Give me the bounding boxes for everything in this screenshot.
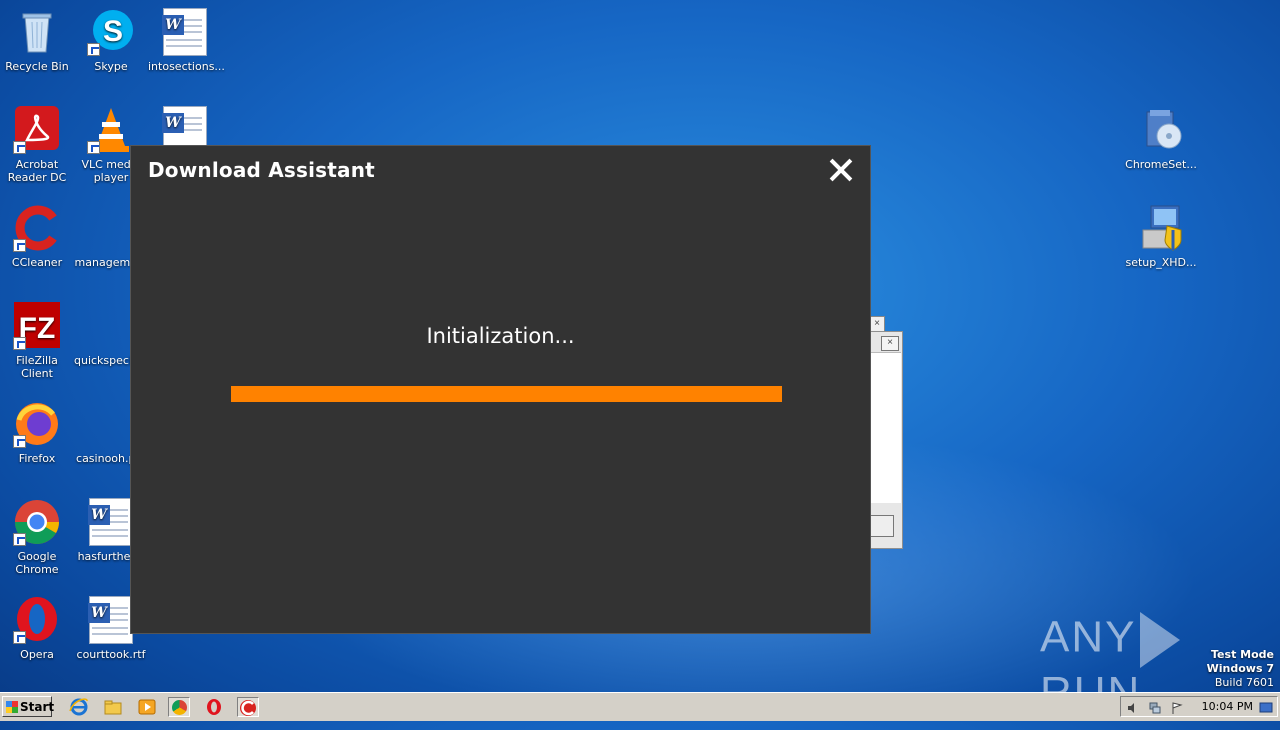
ccleaner-icon — [13, 204, 61, 252]
taskbar: Start 10:04 PM — [0, 692, 1280, 721]
desktop-icon-skype[interactable]: S Skype — [74, 8, 148, 73]
chrome-icon — [13, 498, 61, 546]
filezilla-icon: FZ — [13, 302, 61, 350]
desktop-icon-recycle-bin[interactable]: Recycle Bin — [0, 8, 74, 73]
taskbar-media-player-icon[interactable] — [136, 697, 158, 717]
desktop-icon-label: Firefox — [18, 452, 56, 465]
word-document-icon: W — [161, 8, 209, 56]
shortcut-arrow-icon — [87, 141, 100, 154]
desktop-icon-acrobat[interactable]: Acrobat Reader DC — [0, 106, 74, 184]
desktop-icon-label: Google Chrome — [15, 550, 59, 576]
desktop-icon-opera[interactable]: Opera — [0, 596, 74, 661]
desktop-icon-label: courttook.rtf — [76, 648, 146, 661]
document-icon — [87, 302, 135, 350]
desktop-icon-label: FileZilla Client — [16, 354, 58, 380]
desktop-icon-filezilla[interactable]: FZ FileZilla Client — [0, 302, 74, 380]
shortcut-arrow-icon — [13, 141, 26, 154]
watermark-text-left: ANY — [1040, 612, 1137, 662]
desktop-icon-intosections[interactable]: W intosections... — [148, 8, 225, 73]
desktop-icon-ccleaner[interactable]: CCleaner — [0, 204, 74, 269]
skype-icon: S — [87, 8, 135, 56]
recycle-bin-icon — [13, 8, 61, 56]
shortcut-arrow-icon — [13, 337, 26, 350]
setup-installer-icon — [1137, 204, 1185, 252]
desktop-icon-label: Opera — [20, 648, 54, 661]
close-icon[interactable]: × — [881, 336, 899, 351]
desktop-icon-label: Skype — [94, 60, 128, 73]
test-mode-notice: Test Mode Windows 7 Build 7601 — [1207, 648, 1274, 690]
desktop-icon-label: Acrobat Reader DC — [7, 158, 67, 184]
test-mode-line1: Test Mode — [1211, 648, 1274, 661]
system-tray: 10:04 PM — [1120, 696, 1278, 717]
installer-icon — [1137, 106, 1185, 154]
desktop-icon-label: Recycle Bin — [5, 60, 69, 73]
shortcut-arrow-icon — [87, 43, 100, 56]
start-label: Start — [20, 700, 55, 714]
desktop-icon-chrome[interactable]: Google Chrome — [0, 498, 74, 576]
desktop-icon-label: intosections... — [148, 60, 225, 73]
desktop-icon-label: ChromeSet... — [1125, 158, 1197, 171]
play-icon — [1140, 612, 1181, 668]
word-document-icon: W — [87, 498, 135, 546]
firefox-icon — [13, 400, 61, 448]
svg-text:S: S — [103, 15, 123, 48]
download-assistant-dialog: Download Assistant Initialization... — [130, 145, 871, 634]
desktop-icon-firefox[interactable]: Firefox — [0, 400, 74, 465]
progress-bar-fill — [231, 386, 782, 402]
taskbar-explorer-icon[interactable] — [102, 697, 124, 717]
network-icon[interactable] — [1149, 701, 1161, 714]
acrobat-icon — [13, 106, 61, 154]
shortcut-arrow-icon — [13, 631, 26, 644]
dialog-status-text: Initialization... — [426, 324, 575, 348]
taskbar-opera-icon[interactable] — [203, 697, 225, 717]
taskbar-ie-icon[interactable] — [68, 697, 90, 717]
desktop-icon-label: setup_XHD... — [1125, 256, 1197, 269]
dialog-title: Download Assistant — [148, 158, 375, 182]
shortcut-arrow-icon — [13, 239, 26, 252]
volume-icon[interactable] — [1127, 701, 1139, 713]
desktop-icon-label: CCleaner — [11, 256, 63, 269]
background-window: × — [869, 331, 903, 549]
show-desktop-icon[interactable] — [1259, 701, 1273, 713]
windows-flag-icon — [6, 701, 18, 713]
opera-icon — [13, 596, 61, 644]
taskbar-clock[interactable]: 10:04 PM — [1202, 700, 1253, 713]
test-mode-line3: Build 7601 — [1214, 676, 1274, 689]
background-window-button[interactable] — [870, 515, 894, 537]
start-button[interactable]: Start — [2, 696, 55, 717]
word-document-icon: W — [87, 596, 135, 644]
test-mode-line2: Windows 7 — [1206, 662, 1274, 675]
close-icon[interactable] — [828, 157, 854, 183]
desktop-icon-chromesetup[interactable]: ChromeSet... — [1124, 106, 1198, 171]
taskbar-chrome-icon[interactable] — [168, 697, 190, 717]
document-icon — [87, 204, 135, 252]
background-window-close-button[interactable]: × — [869, 316, 885, 332]
progress-bar — [231, 386, 782, 402]
document-icon — [87, 400, 135, 448]
taskbar-ccleaner-icon[interactable] — [237, 697, 259, 717]
vlc-icon — [87, 106, 135, 154]
shortcut-arrow-icon — [13, 533, 26, 546]
shortcut-arrow-icon — [13, 435, 26, 448]
action-center-flag-icon[interactable] — [1171, 701, 1183, 714]
desktop-icon-setup-xhd[interactable]: setup_XHD... — [1124, 204, 1198, 269]
background-window-content — [870, 352, 901, 503]
